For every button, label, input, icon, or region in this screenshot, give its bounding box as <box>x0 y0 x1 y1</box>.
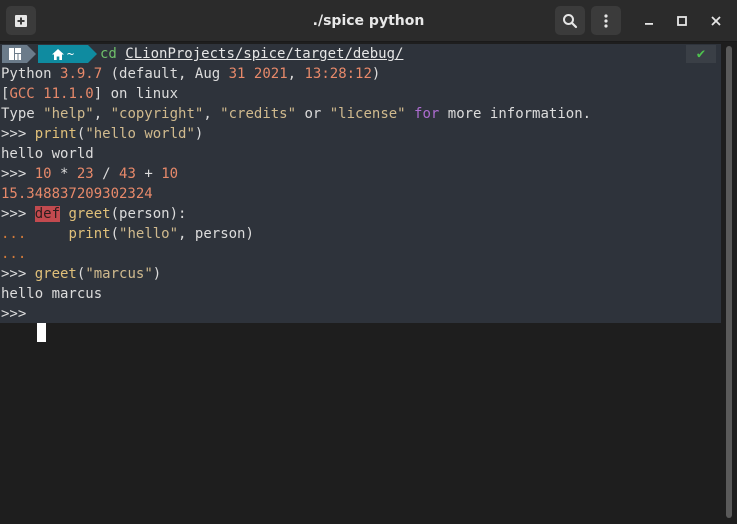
shell-prompt-bar: ~ cd CLionProjects/spice/target/debug/ ✔ <box>0 44 721 64</box>
maximize-icon <box>677 15 687 26</box>
home-segment: ~ <box>38 45 88 63</box>
search-button[interactable] <box>555 6 585 35</box>
repl-output-line: hello marcus <box>1 286 103 302</box>
python-session-output: Python 3.9.7 (default, Aug 31 2021, 13:2… <box>0 64 721 323</box>
new-tab-icon <box>15 14 27 27</box>
scrollbar[interactable] <box>721 42 737 524</box>
minimize-button[interactable] <box>634 6 664 35</box>
maximize-button[interactable] <box>667 6 697 35</box>
close-button[interactable] <box>701 6 731 35</box>
menu-icon <box>604 13 608 28</box>
terminal-area[interactable]: ~ cd CLionProjects/spice/target/debug/ ✔… <box>0 42 721 524</box>
banner-line-version: Python 3.9.7 (default, Aug 31 2021, 13:2… <box>1 66 381 82</box>
home-icon <box>51 48 64 60</box>
banner-line-help: Type "help", "copyright", "credits" or "… <box>1 106 592 122</box>
scrollbar-thumb[interactable] <box>726 46 732 518</box>
minimize-icon <box>645 22 653 25</box>
repl-current-prompt: >>> <box>1 306 27 322</box>
prompt-command: cd CLionProjects/spice/target/debug/ <box>100 45 403 63</box>
window-title: ./spice python <box>312 13 425 29</box>
repl-input-line: >>> greet("marcus") <box>1 266 162 282</box>
repl-input-line: >>> print("hello world") <box>1 126 204 142</box>
banner-line-compiler: [GCC 11.1.0] on linux <box>1 86 179 102</box>
exit-status-ok: ✔ <box>686 45 716 63</box>
segment-separator-icon <box>88 45 97 63</box>
repl-continuation-line: ... print("hello", person) <box>1 226 254 242</box>
home-label: ~ <box>66 47 75 61</box>
os-segment <box>2 45 27 63</box>
repl-output-line: hello world <box>1 146 94 162</box>
text-cursor <box>37 323 46 342</box>
command-name: cd <box>100 46 117 62</box>
repl-output-line: 15.348837209302324 <box>1 186 153 202</box>
menu-button[interactable] <box>591 6 621 35</box>
search-icon <box>563 13 578 28</box>
checkmark-icon: ✔ <box>696 46 706 62</box>
repl-input-line: >>> def greet(person): <box>1 206 187 222</box>
terminal-window: ./spice python ~ cd CLionProjects/spice/… <box>0 0 737 524</box>
segment-separator-icon <box>27 45 36 63</box>
repl-input-line: >>> 10 * 23 / 43 + 10 <box>1 166 179 182</box>
new-tab-button[interactable] <box>6 6 36 35</box>
title-bar: ./spice python <box>0 0 737 42</box>
command-path-link[interactable]: CLionProjects/spice/target/debug/ <box>125 46 403 62</box>
close-icon <box>711 15 721 26</box>
repl-continuation-line: ... <box>1 246 27 262</box>
manjaro-logo-icon <box>8 48 21 60</box>
